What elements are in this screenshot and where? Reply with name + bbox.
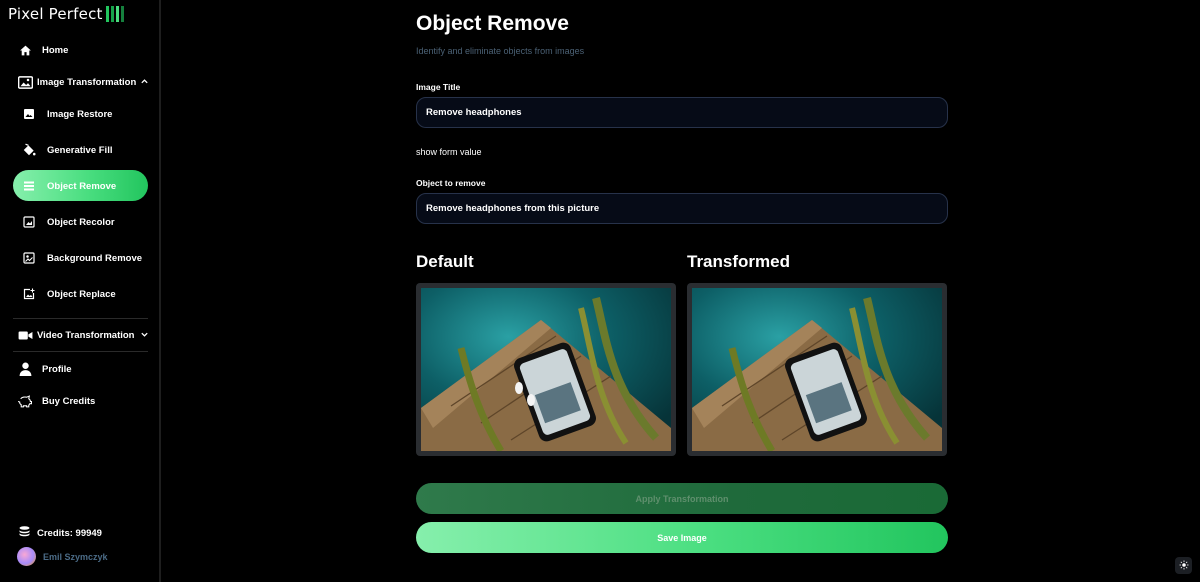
sidebar-item-image-restore[interactable]: Image Restore xyxy=(21,106,112,122)
sidebar-divider xyxy=(13,318,148,319)
save-image-button[interactable]: Save Image xyxy=(416,522,948,553)
coins-icon xyxy=(19,526,30,541)
apply-transformation-button[interactable]: Apply Transformation xyxy=(416,483,948,514)
user-name: Emil Szymczyk xyxy=(43,551,108,562)
transformed-heading: Transformed xyxy=(687,252,790,271)
sidebar-item-generative-fill[interactable]: Generative Fill xyxy=(21,142,112,158)
sidebar-section-label: Video Transformation xyxy=(37,329,135,341)
sidebar-item-profile[interactable]: Profile xyxy=(17,361,72,377)
sidebar-divider xyxy=(13,351,148,352)
recolor-icon xyxy=(21,214,37,230)
page-title: Object Remove xyxy=(416,12,569,35)
sidebar-item-object-replace[interactable]: Object Replace xyxy=(21,286,116,302)
object-to-remove-label: Object to remove xyxy=(416,178,486,188)
video-camera-icon xyxy=(17,327,33,343)
default-image-graphic xyxy=(421,288,671,451)
image-title-label: Image Title xyxy=(416,82,461,92)
credits-label: Credits: 99949 xyxy=(37,528,102,539)
theme-toggle-button[interactable] xyxy=(1175,557,1192,574)
sidebar-item-label: Background Remove xyxy=(47,252,143,264)
transformed-image-graphic xyxy=(692,288,942,451)
chevron-up-icon[interactable] xyxy=(140,77,149,89)
layers-icon xyxy=(21,178,37,194)
user-icon xyxy=(17,361,33,377)
image-plus-icon xyxy=(21,286,37,302)
object-to-remove-input[interactable] xyxy=(416,193,948,224)
sidebar-section-video-transformation[interactable]: Video Transformation xyxy=(17,327,149,343)
image-icon xyxy=(21,106,37,122)
credits-display: Credits: 99949 xyxy=(19,526,102,541)
logo-text: Pixel Perfect xyxy=(8,5,103,23)
sidebar-item-label: Object Replace xyxy=(47,288,116,300)
image-transform-icon xyxy=(17,74,33,90)
sidebar: Pixel Perfect Home Image Transformation … xyxy=(0,0,161,582)
chevron-down-icon[interactable] xyxy=(140,330,149,342)
sidebar-item-label: Image Restore xyxy=(47,108,113,120)
sun-icon xyxy=(1179,557,1189,575)
sidebar-item-label: Profile xyxy=(42,363,72,375)
avatar[interactable] xyxy=(17,547,36,566)
sidebar-item-home[interactable]: Home xyxy=(17,42,68,58)
piggy-bank-icon xyxy=(17,393,33,409)
sidebar-item-object-recolor[interactable]: Object Recolor xyxy=(21,214,115,230)
sidebar-item-background-remove[interactable]: Background Remove xyxy=(21,250,142,266)
transformed-image xyxy=(687,283,947,456)
user-profile[interactable]: Emil Szymczyk xyxy=(17,547,108,566)
sidebar-item-label: Home xyxy=(42,44,69,56)
sidebar-item-label: Generative Fill xyxy=(47,144,113,156)
sidebar-item-label: Object Recolor xyxy=(47,216,115,228)
sidebar-section-image-transformation[interactable]: Image Transformation xyxy=(17,74,149,90)
sidebar-item-label: Buy Credits xyxy=(42,395,96,407)
background-icon xyxy=(21,250,37,266)
default-image xyxy=(416,283,676,456)
app-logo[interactable]: Pixel Perfect xyxy=(8,5,124,23)
sidebar-item-buy-credits[interactable]: Buy Credits xyxy=(17,393,95,409)
home-icon xyxy=(17,42,33,58)
logo-mark-icon xyxy=(105,6,124,22)
default-heading: Default xyxy=(416,252,474,271)
sidebar-item-object-remove[interactable]: Object Remove xyxy=(21,178,116,194)
sidebar-item-label: Object Remove xyxy=(47,180,117,192)
sidebar-section-label: Image Transformation xyxy=(37,76,137,88)
page-subtitle: Identify and eliminate objects from imag… xyxy=(416,46,585,56)
paint-bucket-icon xyxy=(21,142,37,158)
image-title-input[interactable] xyxy=(416,97,948,128)
show-form-value-text: show form value xyxy=(416,147,482,157)
